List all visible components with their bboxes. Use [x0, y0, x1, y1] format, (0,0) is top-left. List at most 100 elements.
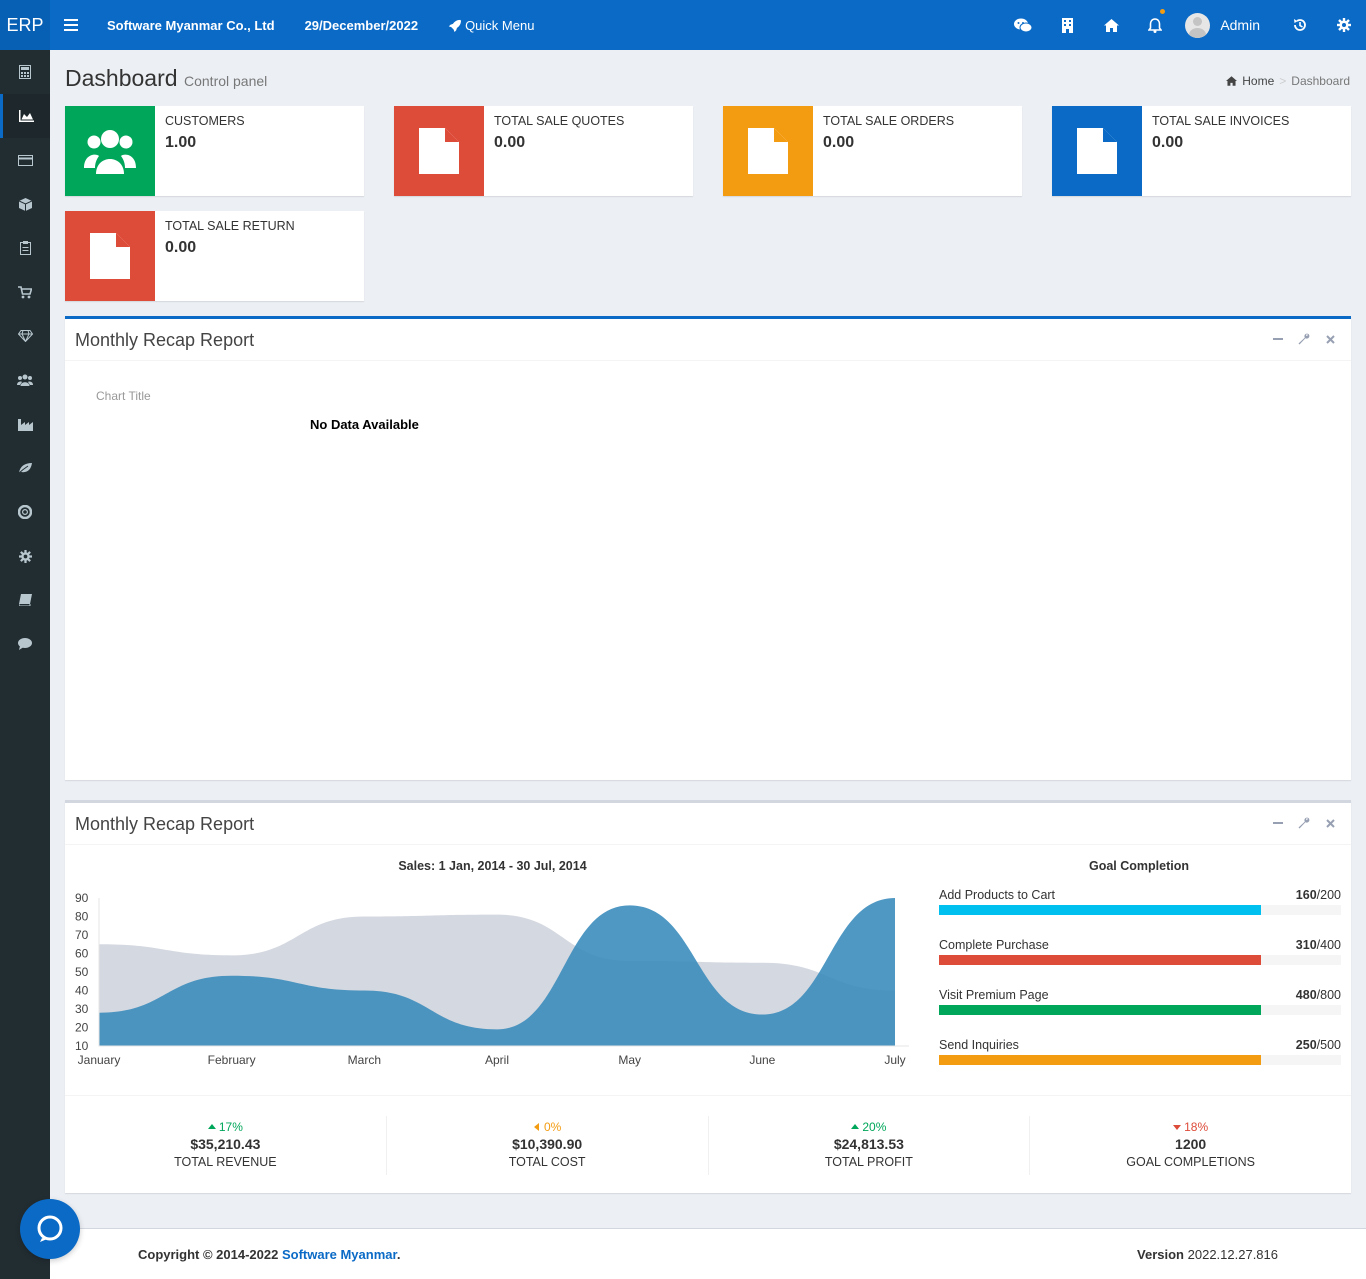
sidebar-item-support[interactable]: [0, 490, 50, 534]
life-ring-icon: [18, 505, 32, 519]
chat-widget-button[interactable]: [20, 1199, 80, 1259]
logo[interactable]: ERP: [0, 0, 50, 50]
info-value: 0.00: [1152, 134, 1184, 151]
sidebar-toggle-button[interactable]: [50, 19, 92, 31]
file-icon: [748, 128, 788, 174]
quick-menu-button[interactable]: Quick Menu: [448, 18, 534, 33]
settings-button[interactable]: [1322, 0, 1366, 50]
close-button[interactable]: [1323, 332, 1337, 346]
area-chart-icon: [19, 110, 34, 122]
main-content: Dashboard Control panel Home > Dashboard…: [50, 50, 1366, 1193]
y-tick-label: 40: [75, 984, 89, 998]
notification-badge: [1160, 9, 1166, 14]
sidebar-item-cart[interactable]: [0, 270, 50, 314]
history-button[interactable]: [1278, 0, 1322, 50]
x-tick-label: February: [208, 1053, 256, 1067]
info-label: TOTAL SALE RETURN: [165, 219, 295, 233]
footer: Copyright © 2014-2022 Software Myanmar. …: [50, 1228, 1366, 1279]
y-tick-label: 50: [75, 965, 89, 979]
wechat-button[interactable]: [1001, 0, 1045, 50]
file-icon: [419, 128, 459, 174]
goal-value: 160: [1295, 888, 1317, 902]
info-box-sale-invoices[interactable]: TOTAL SALE INVOICES 0.00: [1052, 106, 1351, 196]
info-box-sale-quotes[interactable]: TOTAL SALE QUOTES 0.00: [394, 106, 693, 196]
monthly-recap-panel-2: Monthly Recap Report Sales: 1 Jan, 2014 …: [65, 800, 1351, 1193]
info-icon-bg: [723, 106, 813, 196]
y-tick-label: 20: [75, 1021, 89, 1035]
sidebar-item-payments[interactable]: [0, 138, 50, 182]
file-icon: [1077, 128, 1117, 174]
minus-icon: [1273, 822, 1283, 824]
bell-icon: [1148, 17, 1163, 33]
goal-value: 310: [1295, 938, 1317, 952]
panel-tools: [1271, 332, 1337, 346]
info-box-customers[interactable]: CUSTOMERS 1.00: [65, 106, 364, 196]
goal-row: Send Inquiries 250/500: [939, 1038, 1341, 1065]
building-button[interactable]: [1045, 0, 1089, 50]
users-icon: [84, 130, 136, 174]
company-link[interactable]: Software Myanmar: [282, 1247, 397, 1262]
file-icon: [90, 233, 130, 279]
stat-total-cost: 0% $10,390.90 TOTAL COST: [387, 1116, 709, 1175]
close-button[interactable]: [1323, 816, 1337, 830]
info-box-sale-return[interactable]: TOTAL SALE RETURN 0.00: [65, 211, 364, 301]
company-name[interactable]: Software Myanmar Co., Ltd: [107, 18, 275, 33]
home-button[interactable]: [1089, 0, 1133, 50]
panel-header: Monthly Recap Report: [65, 803, 1351, 845]
sidebar-item-leaf[interactable]: [0, 446, 50, 490]
stat-total-revenue: 17% $35,210.43 TOTAL REVENUE: [65, 1116, 387, 1175]
breadcrumb-home-link[interactable]: Home: [1242, 74, 1274, 88]
goal-progress-track: [939, 1005, 1341, 1015]
industry-icon: [17, 418, 33, 431]
info-label: CUSTOMERS: [165, 114, 245, 128]
settings-tool-button[interactable]: [1297, 332, 1311, 346]
panel-tools: [1271, 816, 1337, 830]
sidebar-item-clipboard[interactable]: [0, 226, 50, 270]
breadcrumb-separator: >: [1279, 74, 1287, 88]
sidebar-item-products[interactable]: [0, 182, 50, 226]
goal-progress-bar: [939, 1005, 1261, 1015]
info-value: 0.00: [823, 134, 855, 151]
collapse-button[interactable]: [1271, 816, 1285, 830]
settings-tool-button[interactable]: [1297, 816, 1311, 830]
home-icon: [1103, 18, 1119, 32]
goal-label: Visit Premium Page: [939, 988, 1049, 1002]
caret-up-icon: [207, 1120, 216, 1134]
goal-value: 250: [1295, 1038, 1317, 1052]
sidebar-item-calculator[interactable]: [0, 50, 50, 94]
sidebar-item-users[interactable]: [0, 358, 50, 402]
sidebar-item-diamond[interactable]: [0, 314, 50, 358]
user-name: Admin: [1220, 17, 1260, 33]
goal-total: /200: [1316, 888, 1341, 902]
sidebar-item-dashboard[interactable]: [0, 94, 50, 138]
version-label: Version: [1137, 1247, 1184, 1262]
topbar: ERP Software Myanmar Co., Ltd 29/Decembe…: [0, 0, 1366, 50]
user-menu[interactable]: Admin: [1177, 12, 1278, 38]
collapse-button[interactable]: [1271, 332, 1285, 346]
y-tick-label: 10: [75, 1039, 89, 1053]
sidebar-item-chat[interactable]: [0, 622, 50, 666]
building-icon: [1061, 17, 1073, 33]
close-icon: [1325, 818, 1335, 828]
sidebar-item-settings[interactable]: [0, 534, 50, 578]
goal-total: /800: [1316, 988, 1341, 1002]
x-tick-label: January: [78, 1053, 121, 1067]
goal-progress-bar: [939, 905, 1261, 915]
sidebar-item-industry[interactable]: [0, 402, 50, 446]
history-icon: [1294, 19, 1306, 31]
stat-value: 1200: [1175, 1136, 1207, 1152]
notifications-button[interactable]: [1133, 0, 1177, 50]
stat-value: $35,210.43: [190, 1136, 261, 1152]
caret-left-icon: [533, 1120, 541, 1134]
stat-label: TOTAL REVENUE: [174, 1155, 277, 1169]
wrench-icon: [1298, 333, 1310, 345]
stat-value: $24,813.53: [833, 1136, 904, 1152]
chart-title-placeholder: Chart Title: [96, 389, 151, 403]
info-icon-bg: [394, 106, 484, 196]
info-value: 0.00: [165, 239, 197, 256]
wrench-icon: [1298, 817, 1310, 829]
panel-header: Monthly Recap Report: [65, 319, 1351, 361]
goal-numbers: 160/200: [1296, 888, 1341, 902]
info-box-sale-orders[interactable]: TOTAL SALE ORDERS 0.00: [723, 106, 1022, 196]
sidebar-item-book[interactable]: [0, 578, 50, 622]
